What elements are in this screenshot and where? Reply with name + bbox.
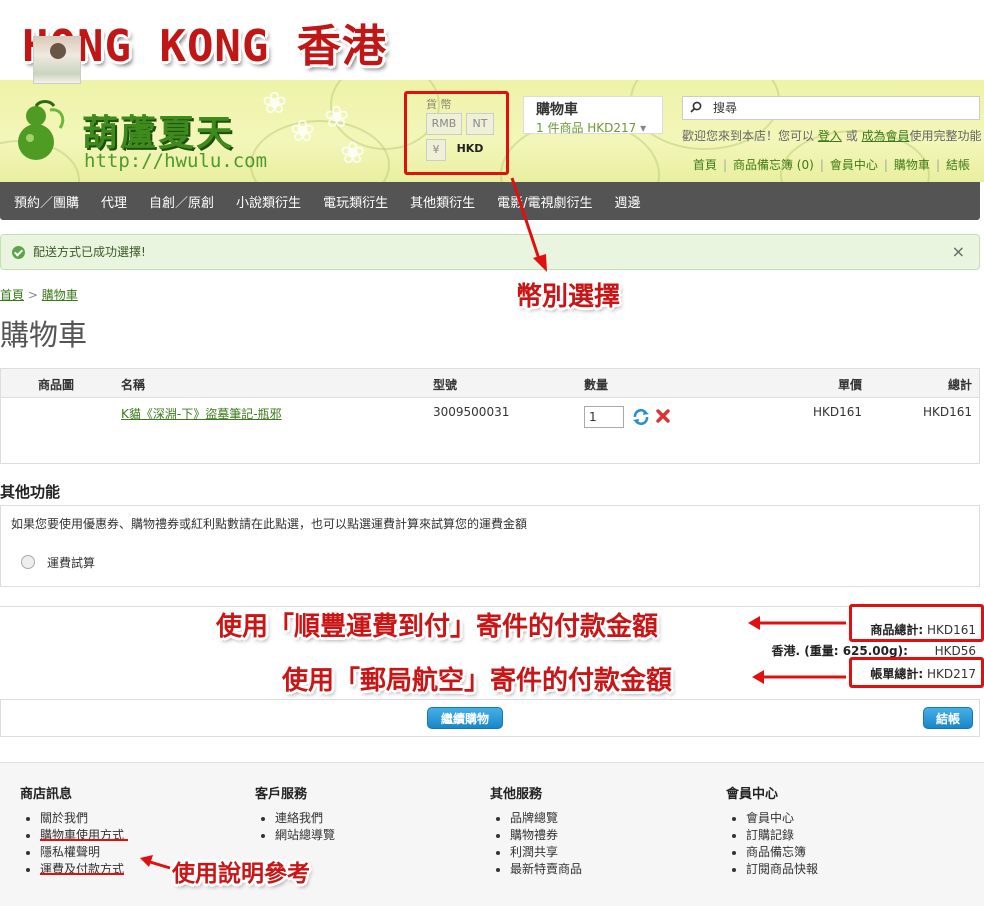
site-footer: 商店訊息 關於我們 購物車使用方式 隱私權聲明 運費及付款方式 客戶服務 連絡我… xyxy=(0,762,984,906)
footer-link[interactable]: 品牌總覽 xyxy=(510,810,710,827)
header-cart-title: 購物車 xyxy=(536,102,578,118)
footer-link[interactable]: 利潤共享 xyxy=(510,844,710,861)
check-circle-icon xyxy=(12,246,25,259)
nav-item-novel[interactable]: 小說類衍生 xyxy=(236,192,301,211)
paw-icon: ❀ xyxy=(324,100,350,135)
logo-url: http://hwulu.com xyxy=(84,150,268,172)
top-link-account[interactable]: 會員中心 xyxy=(830,158,878,172)
shipping-label: 香港. (重量: 625.00g): xyxy=(771,644,908,658)
footer-col-other: 其他服務 品牌總覽 購物禮券 利潤共享 最新特賣商品 xyxy=(490,783,710,878)
cart-table: 商品圖 名稱 型號 數量 單價 總計 K貓《深淵-下》盜墓筆記-瓶邪 30095… xyxy=(0,368,980,464)
top-link-checkout[interactable]: 結帳 xyxy=(946,158,970,172)
top-link-cart[interactable]: 購物車 xyxy=(894,158,930,172)
footer-link[interactable]: 訂購記錄 xyxy=(746,827,946,844)
col-image: 商品圖 xyxy=(38,378,75,392)
nav-item-film[interactable]: 電影/電視劇衍生 xyxy=(497,192,592,211)
search-input[interactable]: 搜尋 xyxy=(682,96,980,120)
col-unit-price: 單價 xyxy=(837,378,862,392)
paw-icon: ❀ xyxy=(340,136,366,171)
footer-link[interactable]: 連絡我們 xyxy=(275,810,475,827)
footer-col-title: 客戶服務 xyxy=(255,787,308,802)
footer-col-title: 會員中心 xyxy=(726,787,779,802)
quantity-input[interactable]: 1 xyxy=(584,406,624,428)
search-icon[interactable] xyxy=(690,101,702,113)
shipping-estimate-label[interactable]: 運費試算 xyxy=(47,554,95,571)
footer-link[interactable]: 購物禮券 xyxy=(510,827,710,844)
page-title: 購物車 xyxy=(0,318,88,352)
breadcrumb: 首頁 > 購物車 xyxy=(0,288,78,302)
cart-item-total: HKD161 xyxy=(922,405,972,419)
col-model: 型號 xyxy=(433,378,458,392)
nav-item-other[interactable]: 其他類衍生 xyxy=(410,192,475,211)
footer-link[interactable]: 會員中心 xyxy=(746,810,946,827)
nav-item-merch[interactable]: 週邊 xyxy=(614,192,640,211)
checkout-button[interactable]: 結帳 xyxy=(923,707,973,729)
col-name: 名稱 xyxy=(121,378,146,392)
success-alert: 配送方式已成功選擇! × xyxy=(0,234,980,270)
welcome-text: 歡迎您來到本店！您可以 登入 或 成為會員使用完整功能 xyxy=(682,129,982,143)
gourd-icon xyxy=(18,100,65,160)
footer-col-title: 其他服務 xyxy=(490,787,543,802)
close-icon[interactable]: × xyxy=(952,235,965,269)
subtotal-highlight-box xyxy=(849,604,984,642)
remove-icon[interactable] xyxy=(655,408,671,424)
continue-shopping-button[interactable]: 繼續購物 xyxy=(427,707,503,729)
top-link-home[interactable]: 首頁 xyxy=(693,158,717,172)
callout-post-air: 使用「郵局航空」寄件的付款金額 xyxy=(282,666,673,696)
breadcrumb-home[interactable]: 首頁 xyxy=(0,288,24,302)
footer-link[interactable]: 最新特賣商品 xyxy=(510,861,710,878)
other-functions-description: 如果您要使用優惠券、購物禮券或紅利點數請在此點選，也可以點選運費計算來試算您的運… xyxy=(11,517,528,531)
currency-highlight-box xyxy=(404,91,509,175)
breadcrumb-cart[interactable]: 購物車 xyxy=(42,288,78,302)
refresh-icon[interactable] xyxy=(632,408,650,426)
header-cart-summary: 1 件商品 HKD217 xyxy=(536,119,650,136)
callout-guide: 使用說明參考 xyxy=(172,861,310,887)
footer-link[interactable]: 關於我們 xyxy=(40,810,240,827)
nav-item-preorder[interactable]: 預約／團購 xyxy=(14,192,79,211)
callout-sf-express: 使用「順豐運費到付」寄件的付款金額 xyxy=(216,612,659,642)
footer-link[interactable]: 訂閱商品快報 xyxy=(746,861,946,878)
footer-col-member: 會員中心 會員中心 訂購記錄 商品備忘簿 訂閱商品快報 xyxy=(726,783,946,878)
col-total: 總計 xyxy=(947,378,972,392)
callout-currency: 幣別選擇 xyxy=(516,282,621,312)
shipping-value: HKD56 xyxy=(934,644,976,658)
footer-col-title: 商店訊息 xyxy=(20,787,73,802)
footer-col-service: 客戶服務 連絡我們 網站總導覽 xyxy=(255,783,475,844)
nav-item-game[interactable]: 電玩類衍生 xyxy=(323,192,388,211)
top-links: 首頁 | 商品備忘簿 (0) | 會員中心 | 購物車 | 結帳 xyxy=(692,158,970,172)
shipping-estimate-radio[interactable] xyxy=(21,555,35,569)
cart-table-header: 商品圖 名稱 型號 數量 單價 總計 xyxy=(1,369,979,398)
main-nav: 預約／團購 代理 自創／原創 小說類衍生 電玩類衍生 其他類衍生 電影/電視劇衍… xyxy=(0,182,980,220)
site-logo[interactable]: 葫蘆夏天 http://hwulu.com xyxy=(8,92,268,176)
cart-item-name[interactable]: K貓《深淵-下》盜墓筆記-瓶邪 xyxy=(121,405,282,422)
nav-item-original[interactable]: 自創／原創 xyxy=(149,192,214,211)
top-link-wishlist[interactable]: 商品備忘簿 (0) xyxy=(733,158,814,172)
footer-link[interactable]: 商品備忘簿 xyxy=(746,844,946,861)
other-functions-box: 如果您要使用優惠券、購物禮券或紅利點數請在此點選，也可以點選運費計算來試算您的運… xyxy=(0,505,980,587)
footer-link[interactable]: 購物車使用方式 xyxy=(40,827,240,844)
footer-link[interactable]: 網站總導覽 xyxy=(275,827,475,844)
alert-message: 配送方式已成功選擇! xyxy=(33,245,146,259)
login-link[interactable]: 登入 xyxy=(818,129,842,143)
nav-item-agency[interactable]: 代理 xyxy=(101,192,127,211)
cart-item-image[interactable] xyxy=(33,36,81,84)
other-functions-title: 其他功能 xyxy=(0,483,61,501)
cart-item-model: 3009500031 xyxy=(433,405,510,419)
header-cart-dropdown[interactable]: 購物車 1 件商品 HKD217 xyxy=(523,96,663,136)
logo-text: 葫蘆夏天 xyxy=(82,112,235,154)
paw-icon: ❀ xyxy=(290,114,316,149)
col-qty: 數量 xyxy=(584,378,609,392)
cart-item-unit-price: HKD161 xyxy=(812,405,862,419)
register-link[interactable]: 成為會員 xyxy=(862,129,910,143)
grand-total-highlight-box xyxy=(849,657,984,688)
